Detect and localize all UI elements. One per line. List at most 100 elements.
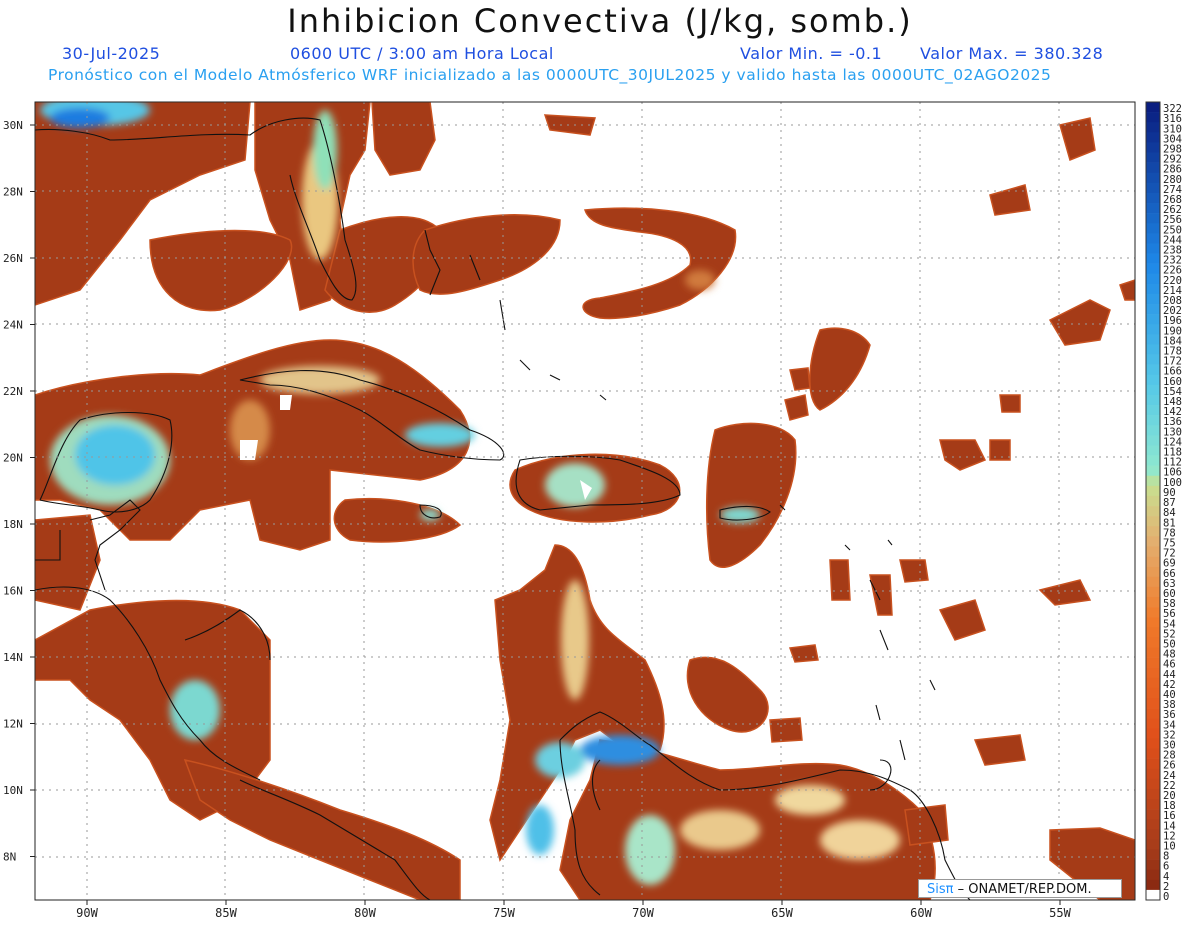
colorbar-swatch [1146, 495, 1160, 507]
lon-label: 70W [632, 906, 654, 920]
colorbar-swatch [1146, 122, 1160, 133]
colorbar-swatch [1146, 465, 1160, 477]
colorbar-swatch [1146, 102, 1160, 113]
lat-label: 28N [3, 186, 23, 199]
colorbar-swatch [1146, 748, 1160, 759]
colorbar-swatch [1146, 849, 1160, 860]
colorbar-swatch [1146, 283, 1160, 295]
cin-field [35, 102, 1135, 900]
colorbar-swatch [1146, 405, 1160, 416]
colorbar-swatch [1146, 324, 1160, 335]
colorbar-swatch [1146, 798, 1160, 810]
colorbar-swatch [1146, 162, 1160, 174]
colorbar-swatch [1146, 273, 1160, 285]
colorbar-swatch [1146, 617, 1160, 628]
colorbar-swatch [1146, 768, 1160, 780]
colorbar-swatch [1146, 253, 1160, 264]
lon-label: 85W [215, 906, 237, 920]
credit-box: Sisπ – ONAMET/REP.DOM. [918, 879, 1122, 898]
lon-label: 80W [354, 906, 376, 920]
colorbar-swatch [1146, 758, 1160, 769]
colorbar-swatch [1146, 869, 1160, 881]
colorbar-swatch [1146, 213, 1160, 224]
colorbar-swatch [1146, 203, 1160, 214]
colorbar-swatch [1146, 475, 1160, 487]
colorbar-swatch [1146, 536, 1160, 547]
lat-label: 12N [3, 718, 23, 731]
lon-label: 60W [910, 906, 932, 920]
colorbar-swatch [1146, 819, 1160, 830]
lat-label: 24N [3, 319, 23, 332]
lon-axis: 90W 85W 80W 75W 70W 65W 60W 55W [76, 900, 1072, 920]
colorbar-swatch [1146, 546, 1160, 557]
colorbar-swatch [1146, 677, 1160, 689]
colorbar-swatch [1146, 697, 1160, 709]
colorbar-swatch [1146, 728, 1160, 739]
colorbar-swatch [1146, 435, 1160, 446]
colorbar-swatch [1146, 657, 1160, 668]
colorbar-swatch [1146, 394, 1160, 406]
colorbar-swatch [1146, 829, 1160, 840]
credit-brand: Sisπ [927, 882, 954, 897]
lat-label: 14N [3, 651, 23, 664]
colorbar-labels: 3223163103042982922862802742682622562502… [1163, 103, 1182, 903]
colorbar-swatch [1146, 859, 1160, 870]
colorbar-swatch [1146, 627, 1160, 638]
colorbar-swatch [1146, 243, 1160, 254]
colorbar-swatch [1146, 334, 1160, 345]
colorbar-swatch [1146, 839, 1160, 850]
colorbar-swatch [1146, 425, 1160, 436]
colorbar-swatch [1146, 263, 1160, 275]
colorbar-swatch [1146, 687, 1160, 699]
lon-label: 90W [76, 906, 98, 920]
colorbar-swatch [1146, 415, 1160, 426]
colorbar-swatch [1146, 142, 1160, 153]
lat-label: 18N [3, 518, 23, 531]
credit-text: – ONAMET/REP.DOM. [957, 882, 1092, 897]
colorbar-swatch [1146, 374, 1160, 386]
colorbar-swatch [1146, 445, 1160, 456]
colorbar-swatch [1146, 607, 1160, 618]
colorbar-swatch [1146, 889, 1160, 901]
colorbar-swatch [1146, 455, 1160, 466]
colorbar-swatch [1146, 506, 1160, 517]
colorbar-swatch [1146, 667, 1160, 679]
lat-label: 22N [3, 385, 23, 398]
colorbar-swatch [1146, 314, 1160, 325]
colorbar-swatch [1146, 354, 1160, 365]
lon-label: 65W [771, 906, 793, 920]
colorbar-swatch [1146, 112, 1160, 123]
colorbar-swatch [1146, 718, 1160, 729]
colorbar-swatch [1146, 637, 1160, 648]
colorbar-swatch [1146, 738, 1160, 749]
lat-label: 10N [3, 784, 23, 797]
colorbar-swatch [1146, 788, 1160, 800]
colorbar-swatch [1146, 708, 1160, 719]
colorbar-swatch [1146, 304, 1160, 315]
lon-label: 55W [1049, 906, 1071, 920]
colorbar-swatch [1146, 384, 1160, 396]
colorbar-swatch [1146, 586, 1160, 598]
colorbar-swatch [1146, 778, 1160, 790]
colorbar-swatch [1146, 152, 1160, 163]
colorbar-swatch [1146, 647, 1160, 658]
colorbar-swatch [1146, 293, 1160, 305]
colorbar-swatch [1146, 566, 1160, 578]
lat-label: 20N [3, 452, 23, 465]
colorbar [1145, 101, 1161, 901]
colorbar-swatch [1146, 596, 1160, 608]
colorbar-swatch [1146, 182, 1160, 194]
lat-label: 30N [3, 119, 23, 132]
colorbar-swatch [1146, 192, 1160, 204]
lon-label: 75W [493, 906, 515, 920]
colorbar-swatch [1146, 344, 1160, 355]
colorbar-swatch [1146, 364, 1160, 376]
lat-label: 26N [3, 252, 23, 265]
colorbar-swatch [1146, 879, 1160, 891]
colorbar-label: 0 [1163, 891, 1169, 903]
colorbar-swatch [1146, 233, 1160, 244]
colorbar-swatch [1146, 516, 1160, 527]
colorbar-swatch [1146, 223, 1160, 234]
lat-label: 16N [3, 585, 23, 598]
lat-label: 8N [3, 851, 16, 864]
